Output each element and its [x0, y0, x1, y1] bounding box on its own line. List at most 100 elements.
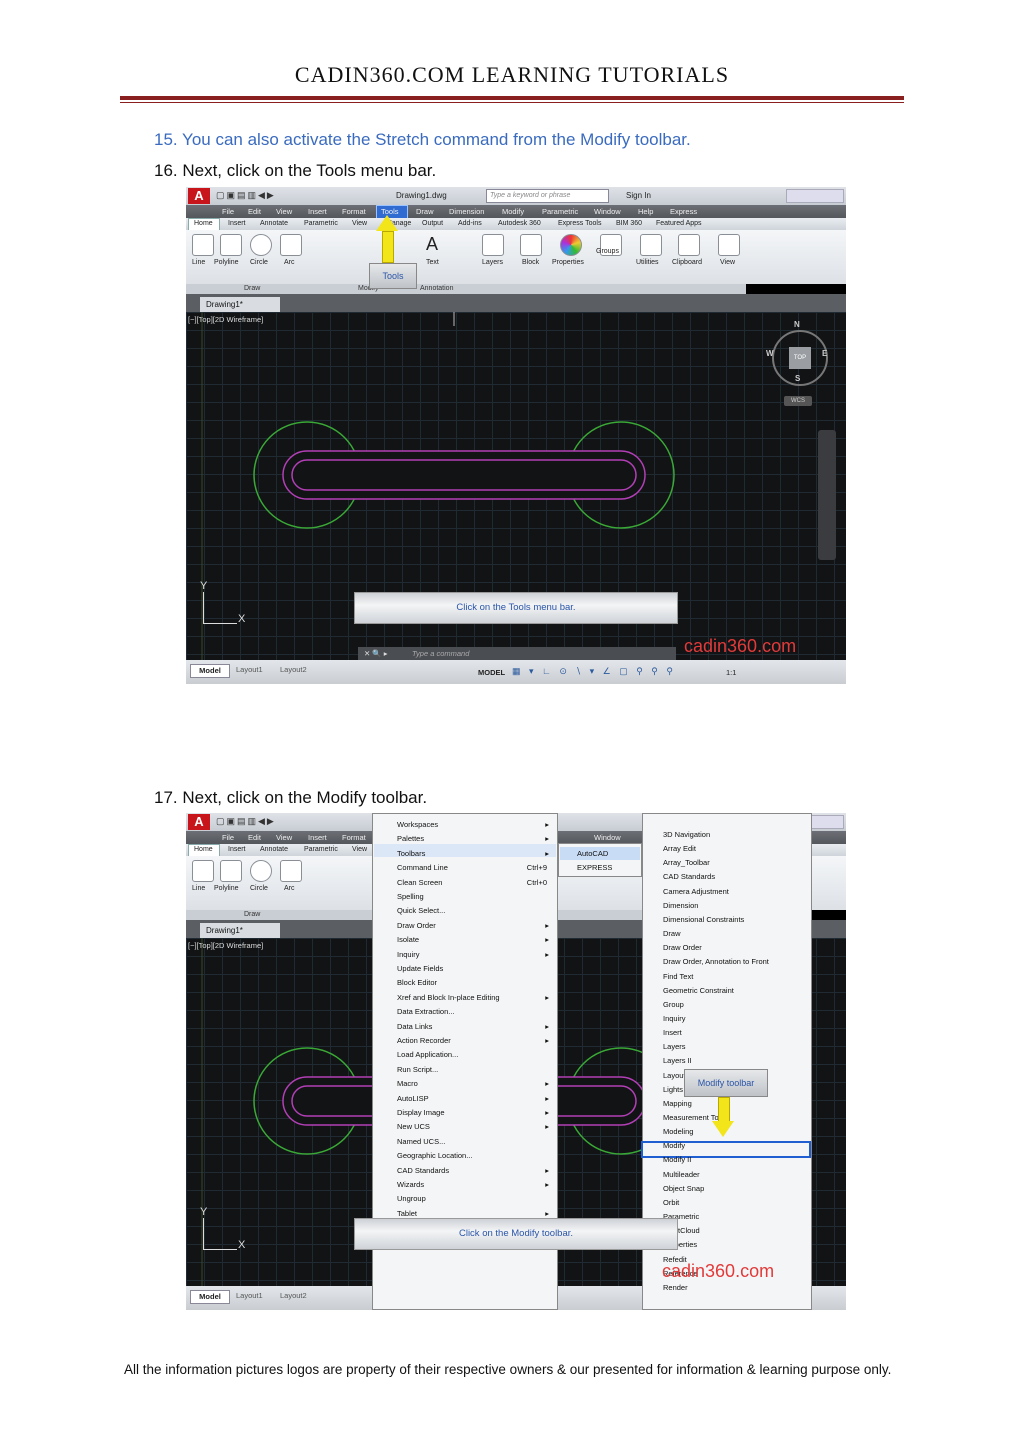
- menu-express[interactable]: Express: [670, 207, 697, 216]
- tools-menu-item[interactable]: Inquiry ▸: [397, 948, 553, 961]
- polyline-icon[interactable]: [220, 234, 242, 256]
- toolbar-list-item[interactable]: Find Text: [663, 970, 693, 984]
- tab-layout2[interactable]: Layout2: [280, 1291, 307, 1300]
- tools-menu-item[interactable]: Command Line Ctrl+9: [397, 861, 553, 874]
- tools-menu-item[interactable]: CAD Standards ▸: [397, 1164, 553, 1177]
- tab-model[interactable]: Model: [190, 664, 230, 678]
- tools-menu-item[interactable]: Block Editor: [397, 976, 553, 989]
- menu-insert[interactable]: Insert: [308, 833, 327, 842]
- tab-featured-apps[interactable]: Featured Apps: [656, 220, 702, 227]
- tab-home[interactable]: Home: [194, 220, 213, 227]
- toolbar-list-item[interactable]: Render: [663, 1281, 688, 1295]
- menu-insert[interactable]: Insert: [308, 207, 327, 216]
- block-icon[interactable]: [520, 234, 542, 256]
- toolbar-list-item[interactable]: Dimension: [663, 899, 698, 913]
- text-icon[interactable]: A: [422, 234, 442, 254]
- tab-annotate[interactable]: Annotate: [260, 220, 288, 227]
- line-icon[interactable]: [192, 860, 214, 882]
- toolbar-list-item[interactable]: Draw: [663, 927, 681, 941]
- tools-menu-item[interactable]: Data Links ▸: [397, 1020, 553, 1033]
- quick-access-toolbar[interactable]: ▢▣▤▥◀▶: [216, 190, 276, 201]
- menu-format[interactable]: Format: [342, 207, 366, 216]
- tab-annotate[interactable]: Annotate: [260, 846, 288, 853]
- menu-file[interactable]: File: [222, 207, 234, 216]
- menu-draw[interactable]: Draw: [416, 207, 434, 216]
- menu-modify[interactable]: Modify: [502, 207, 524, 216]
- tools-menu-item[interactable]: Data Extraction...: [397, 1005, 553, 1018]
- properties-icon[interactable]: [560, 234, 582, 256]
- tab-insert[interactable]: Insert: [228, 846, 246, 853]
- tab-express-tools[interactable]: Express Tools: [558, 220, 601, 227]
- model-space-button[interactable]: MODEL: [478, 668, 505, 677]
- command-input[interactable]: Type a command: [412, 647, 469, 660]
- viewcube-top[interactable]: TOP: [789, 347, 811, 369]
- tab-insert[interactable]: Insert: [228, 220, 246, 227]
- tools-menu-item[interactable]: Run Script...: [397, 1063, 553, 1076]
- search-input[interactable]: Type a keyword or phrase: [486, 189, 609, 203]
- toolbar-list-item[interactable]: Insert: [663, 1026, 682, 1040]
- submenu-express[interactable]: EXPRESS: [577, 861, 612, 874]
- menu-dimension[interactable]: Dimension: [449, 207, 484, 216]
- toolbar-list-item[interactable]: Orbit: [663, 1196, 679, 1210]
- tab-layout1[interactable]: Layout1: [236, 1291, 263, 1300]
- toolbar-list-item[interactable]: Lights: [663, 1083, 683, 1097]
- window-controls[interactable]: [786, 189, 844, 203]
- command-line[interactable]: ✕ 🔍 ▸ Type a command: [358, 647, 676, 660]
- layers-icon[interactable]: [482, 234, 504, 256]
- panel-draw[interactable]: Draw: [244, 285, 260, 292]
- tab-autodesk-360[interactable]: Autodesk 360: [498, 220, 541, 227]
- quick-access-toolbar[interactable]: ▢▣▤▥◀▶: [216, 816, 276, 827]
- tab-parametric[interactable]: Parametric: [304, 220, 338, 227]
- annotation-scale[interactable]: 1:1: [726, 668, 736, 677]
- menu-window[interactable]: Window: [594, 833, 621, 842]
- tools-menu-item[interactable]: Palettes ▸: [397, 832, 553, 845]
- tools-menu-item[interactable]: Update Fields: [397, 962, 553, 975]
- utilities-icon[interactable]: [640, 234, 662, 256]
- toolbar-list-item[interactable]: Geometric Constraint: [663, 984, 734, 998]
- toolbar-list-item[interactable]: Array_Toolbar: [663, 856, 710, 870]
- toolbar-list-item[interactable]: CAD Standards: [663, 870, 715, 884]
- view-icon[interactable]: [718, 234, 740, 256]
- arc-icon[interactable]: [280, 234, 302, 256]
- toolbar-list-item[interactable]: Draw Order: [663, 941, 702, 955]
- tools-menu-item[interactable]: Macro ▸: [397, 1077, 553, 1090]
- navigation-bar[interactable]: [818, 430, 836, 560]
- tab-layout1[interactable]: Layout1: [236, 665, 263, 674]
- menu-edit[interactable]: Edit: [248, 833, 261, 842]
- line-icon[interactable]: [192, 234, 214, 256]
- panel-annotation[interactable]: Annotation: [420, 285, 453, 292]
- drawing-viewport[interactable]: [−][Top][2D Wireframe] TOP N S E W WCS Y…: [186, 312, 846, 660]
- polyline-icon[interactable]: [220, 860, 242, 882]
- tab-model[interactable]: Model: [190, 1290, 230, 1304]
- file-tab-drawing1[interactable]: Drawing1*: [200, 923, 280, 938]
- tools-menu-item[interactable]: Clean Screen Ctrl+0: [397, 876, 553, 889]
- toolbar-list-item[interactable]: Layers II: [663, 1054, 692, 1068]
- tools-menu-item[interactable]: Action Recorder ▸: [397, 1034, 553, 1047]
- file-tab-drawing1[interactable]: Drawing1*: [200, 297, 280, 312]
- toolbar-list-item[interactable]: Array Edit: [663, 842, 696, 856]
- circle-icon[interactable]: [250, 234, 272, 256]
- toolbar-list-item[interactable]: Dimensional Constraints: [663, 913, 744, 927]
- tools-menu-item[interactable]: Wizards ▸: [397, 1178, 553, 1191]
- toolbar-list-item[interactable]: Modify II: [663, 1153, 691, 1167]
- menu-parametric[interactable]: Parametric: [542, 207, 578, 216]
- tools-menu-item[interactable]: Display Image ▸: [397, 1106, 553, 1119]
- menu-format[interactable]: Format: [342, 833, 366, 842]
- status-toggles-icon[interactable]: ▦ ▾ ∟ ⊙ ∖ ▾ ∠ ▢ ⚲ ⚲ ⚲: [512, 666, 676, 677]
- autocad-logo-icon[interactable]: A: [188, 814, 210, 830]
- tab-add-ins[interactable]: Add-ins: [458, 220, 482, 227]
- tools-menu-item[interactable]: Isolate ▸: [397, 933, 553, 946]
- toolbar-list-item[interactable]: Layers: [663, 1040, 686, 1054]
- tools-menu-item[interactable]: Workspaces ▸: [397, 818, 553, 831]
- tools-menu-item[interactable]: Spelling: [397, 890, 553, 903]
- tab-output[interactable]: Output: [422, 220, 443, 227]
- tools-menu-item[interactable]: Load Application...: [397, 1048, 553, 1061]
- tools-menu-item[interactable]: Ungroup: [397, 1192, 553, 1205]
- tools-menu-item[interactable]: Quick Select...: [397, 904, 553, 917]
- toolbar-list-item[interactable]: Inquiry: [663, 1012, 686, 1026]
- arc-icon[interactable]: [280, 860, 302, 882]
- menu-help[interactable]: Help: [638, 207, 653, 216]
- tab-home[interactable]: Home: [194, 846, 213, 853]
- tools-menu-item[interactable]: Draw Order ▸: [397, 919, 553, 932]
- tab-view[interactable]: View: [352, 846, 367, 853]
